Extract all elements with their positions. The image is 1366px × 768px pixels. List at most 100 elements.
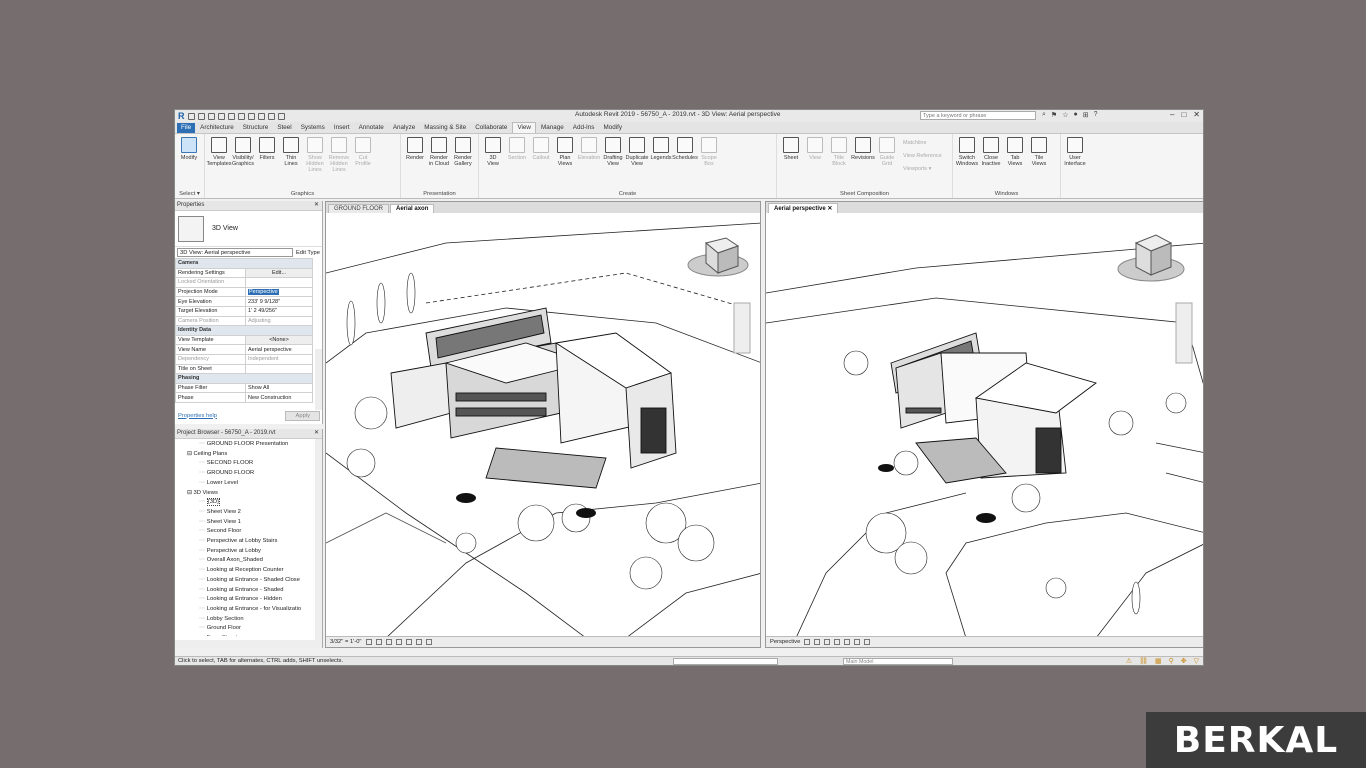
- browser-item[interactable]: ⋯ Looking at Entrance - Shaded Close: [175, 576, 322, 586]
- drafting-view-button[interactable]: Drafting View: [601, 137, 625, 198]
- browser-item[interactable]: ⋯ Looking at Entrance - Hidden: [175, 595, 322, 605]
- visual-style-icon[interactable]: [814, 639, 821, 645]
- show-hidden-lines-button[interactable]: Show Hidden Lines: [303, 137, 327, 198]
- star-icon[interactable]: ☆: [1062, 111, 1068, 119]
- filter-icon[interactable]: ▽: [1194, 657, 1199, 665]
- open-icon[interactable]: [187, 112, 195, 120]
- shadows-icon[interactable]: [395, 639, 402, 645]
- 3d-view-icon[interactable]: [257, 112, 265, 120]
- view-button[interactable]: View: [803, 137, 827, 198]
- view-templates-button[interactable]: View Templates: [206, 137, 232, 198]
- tab-insert[interactable]: Insert: [330, 123, 354, 133]
- 3d-view-button[interactable]: 3D View: [481, 137, 505, 198]
- show-crop-icon[interactable]: [415, 639, 422, 645]
- property-row[interactable]: Phase New Construction: [175, 392, 313, 403]
- schedules-button[interactable]: Schedules: [672, 137, 698, 198]
- browser-item[interactable]: ⋯ Second Floor: [175, 527, 322, 537]
- browser-item[interactable]: ⋯ Lobby Section: [175, 615, 322, 625]
- remove-hidden-lines-button[interactable]: Remove Hidden Lines: [327, 137, 351, 198]
- close-icon[interactable]: ✕: [314, 201, 319, 208]
- user-interface-button[interactable]: User Interface: [1063, 137, 1087, 198]
- browser-item[interactable]: ⋯ {3D}: [175, 498, 322, 508]
- matchlinebutton[interactable]: Matchline: [903, 137, 942, 150]
- browser-item[interactable]: ⋯From Street: [175, 634, 322, 636]
- close-icon[interactable]: ✕: [314, 429, 319, 436]
- browser-item[interactable]: ⋯ Overall Axon_Shaded: [175, 556, 322, 566]
- properties-help-link[interactable]: Properties help: [178, 413, 217, 419]
- browser-item[interactable]: ⋯ Lower Level: [175, 479, 322, 489]
- elevation-button[interactable]: Elevation: [577, 137, 601, 198]
- scope-box-button[interactable]: Scope Box: [697, 137, 721, 198]
- edit-type-button[interactable]: Edit Type: [296, 250, 320, 256]
- tab-modify[interactable]: Modify: [599, 123, 626, 133]
- revit-logo[interactable]: R: [178, 111, 185, 121]
- property-row[interactable]: Title on Sheet: [175, 363, 313, 375]
- measure-icon[interactable]: [237, 112, 245, 120]
- browser-item[interactable]: ⋯ Sheet View 1: [175, 518, 322, 528]
- axon-canvas[interactable]: [326, 213, 760, 636]
- browser-hscroll[interactable]: [175, 640, 322, 648]
- type-selector[interactable]: 3D View: [175, 211, 322, 247]
- detail-level-icon[interactable]: [804, 639, 811, 645]
- sheet-button[interactable]: Sheet: [779, 137, 803, 198]
- close-icon[interactable]: ✕: [1193, 110, 1200, 119]
- viewcube[interactable]: [687, 237, 749, 277]
- browser-item[interactable]: ⋯ SECOND FLOOR: [175, 459, 322, 469]
- tile-views-button[interactable]: Tile Views: [1027, 137, 1051, 198]
- select-label[interactable]: Select ▾: [175, 191, 204, 197]
- property-row[interactable]: Target Elevation 1' 2 49/256": [175, 305, 313, 317]
- select-underlay-icon[interactable]: ▦: [1155, 657, 1162, 665]
- tab-systems[interactable]: Systems: [297, 123, 329, 133]
- search-input[interactable]: Type a keyword or phrase: [920, 111, 1036, 120]
- apply-button[interactable]: Apply: [285, 410, 320, 421]
- guide-grid-button[interactable]: Guide Grid: [875, 137, 899, 198]
- minimize-icon[interactable]: –: [1170, 110, 1174, 119]
- duplicate-view-button[interactable]: Duplicate View: [625, 137, 649, 198]
- editable-only-icon[interactable]: ⚠: [1126, 657, 1132, 665]
- tab-add-ins[interactable]: Add-Ins: [569, 123, 599, 133]
- tab-aerial-axon[interactable]: Aerial axon: [390, 204, 435, 213]
- navigation-bar[interactable]: [733, 302, 751, 354]
- properties-scrollbar[interactable]: [315, 349, 322, 410]
- property-row[interactable]: Dependency Independent: [175, 353, 313, 365]
- show-crop-icon[interactable]: [854, 639, 861, 645]
- revisions-button[interactable]: Revisions: [851, 137, 875, 198]
- sun-path-icon[interactable]: [824, 639, 831, 645]
- cut-profile-button[interactable]: Cut Profile: [351, 137, 375, 198]
- view-referencebutton[interactable]: View Reference: [903, 150, 942, 163]
- property-row[interactable]: View Name Aerial perspective: [175, 344, 313, 355]
- shadows-icon[interactable]: [834, 639, 841, 645]
- tab-ground-floor[interactable]: GROUND FLOOR: [328, 204, 390, 213]
- save-icon[interactable]: [197, 112, 205, 120]
- subscription-icon[interactable]: ⚑: [1051, 111, 1057, 119]
- lock-view-icon[interactable]: [425, 639, 432, 645]
- title-block-button[interactable]: Title Block: [827, 137, 851, 198]
- browser-item[interactable]: ⋯ Perspective at Lobby: [175, 547, 322, 557]
- lock-view-icon[interactable]: [864, 639, 871, 645]
- viewcube[interactable]: [1117, 234, 1185, 282]
- binoculars-icon[interactable]: ⌕: [1042, 111, 1046, 119]
- render-in-cloud-button[interactable]: Render in Cloud: [427, 137, 451, 198]
- browser-node[interactable]: ⊟ 3D Views: [175, 489, 322, 499]
- browser-item[interactable]: ⋯ Perspective at Lobby Stairs: [175, 537, 322, 547]
- callout-button[interactable]: Callout: [529, 137, 553, 198]
- filters-button[interactable]: Filters: [255, 137, 279, 198]
- render-gallery-button[interactable]: Render Gallery: [451, 137, 475, 198]
- browser-vscroll[interactable]: [315, 439, 322, 640]
- property-row[interactable]: Rendering Settings Edit...: [175, 267, 313, 279]
- tab-annotate[interactable]: Annotate: [355, 123, 388, 133]
- modify-button[interactable]: Modify: [177, 137, 201, 198]
- property-row[interactable]: Camera Position Adjusting: [175, 315, 313, 327]
- switch-windows-button[interactable]: Switch Windows: [955, 137, 979, 198]
- tab-massing-site[interactable]: Massing & Site: [420, 123, 470, 133]
- property-row[interactable]: Eye Elevation 233' 9 9/128": [175, 296, 313, 307]
- property-row[interactable]: Locked Orientation: [175, 277, 313, 288]
- design-option-selector[interactable]: Main Model: [843, 658, 953, 665]
- scale-label[interactable]: 3/32" = 1'-0": [330, 639, 362, 645]
- tab-steel[interactable]: Steel: [273, 123, 295, 133]
- perspective-canvas[interactable]: [766, 213, 1203, 636]
- thin-lines-button[interactable]: Thin Lines: [279, 137, 303, 198]
- browser-node[interactable]: ⊟ Ceiling Plans: [175, 450, 322, 460]
- close-hidden-icon[interactable]: [277, 112, 285, 120]
- browser-item[interactable]: ⋯ Looking at Entrance - Shaded: [175, 586, 322, 596]
